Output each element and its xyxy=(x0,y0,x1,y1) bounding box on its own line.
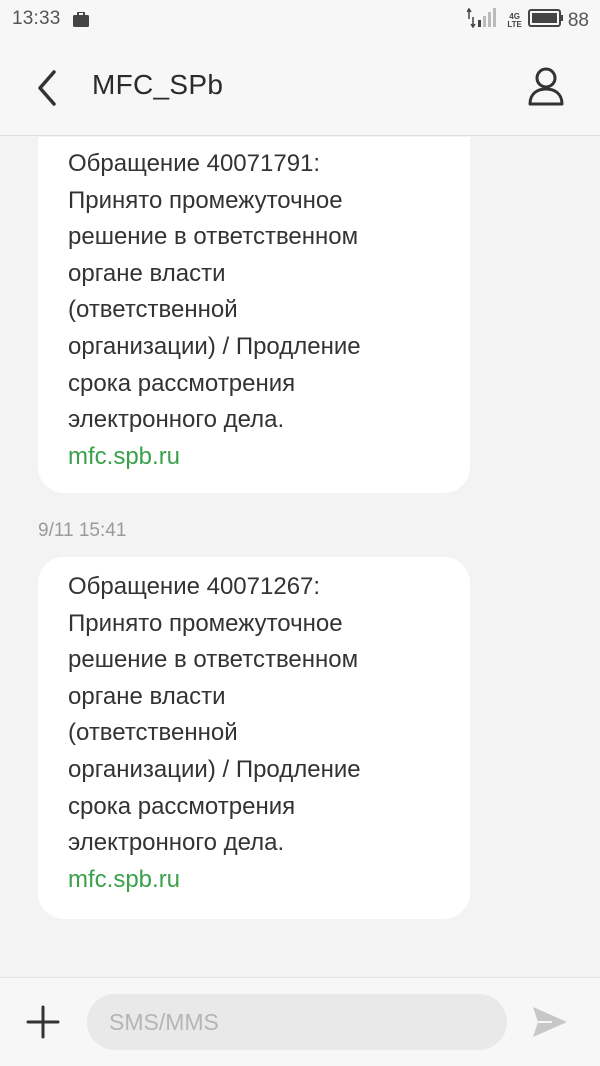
message-timestamp: 9/11 15:41 xyxy=(38,520,127,541)
message-text: Обращение 40071267: Принято промежуточно… xyxy=(68,573,361,857)
plus-icon xyxy=(26,1005,60,1039)
message-bubble[interactable]: Обращение 40071267: Принято промежуточно… xyxy=(38,557,470,919)
battery-icon xyxy=(527,9,564,33)
contact-icon xyxy=(528,67,564,106)
conversation-header: MFC_SPb xyxy=(0,38,600,136)
message-link[interactable]: mfc.spb.ru xyxy=(68,862,450,899)
battery-level: 88 xyxy=(567,10,589,31)
contact-button[interactable] xyxy=(526,65,566,107)
send-icon xyxy=(533,1007,567,1037)
message-list[interactable]: Обращение 40071791: Принято промежуточно… xyxy=(0,137,600,977)
network-type: 4G LTE xyxy=(507,13,522,29)
attach-button[interactable] xyxy=(25,1004,61,1040)
message-link[interactable]: mfc.spb.ru xyxy=(68,439,450,476)
signal-icon xyxy=(466,7,501,35)
back-button[interactable] xyxy=(30,68,64,108)
status-time: 13:33 xyxy=(12,8,61,29)
message-input[interactable] xyxy=(87,994,507,1050)
back-arrow-icon xyxy=(38,70,56,106)
status-indicators: 4G LTE 88 xyxy=(466,7,589,35)
conversation-title: MFC_SPb xyxy=(92,69,224,100)
send-button[interactable] xyxy=(530,1004,570,1040)
message-bubble[interactable]: Обращение 40071791: Принято промежуточно… xyxy=(38,137,470,493)
briefcase-icon xyxy=(73,11,89,33)
status-bar: 13:33 4G LTE 88 xyxy=(0,0,600,38)
network-type-bottom: LTE xyxy=(507,20,522,29)
message-text: Обращение 40071791: Принято промежуточно… xyxy=(68,150,361,434)
message-composer xyxy=(0,977,600,1066)
